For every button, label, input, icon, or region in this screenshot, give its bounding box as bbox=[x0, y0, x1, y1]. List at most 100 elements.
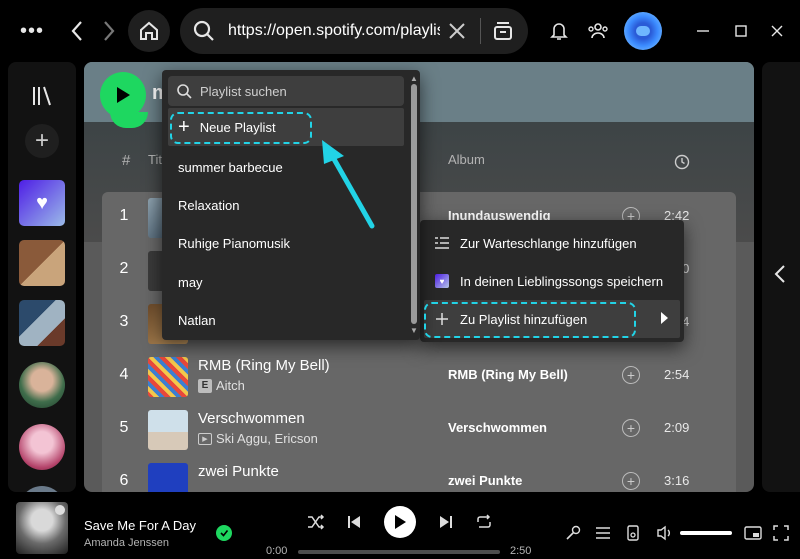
track-artist-line: E Aitch bbox=[198, 378, 245, 393]
chevron-left-icon[interactable] bbox=[772, 262, 788, 286]
save-to-liked-label: In deinen Lieblingssongs speichern bbox=[460, 273, 664, 289]
search-icon bbox=[193, 20, 214, 41]
table-row[interactable]: 4 RMB (Ring My Bell) E Aitch RMB (Ring My… bbox=[102, 351, 736, 404]
total-time: 2:50 bbox=[510, 545, 532, 557]
create-playlist-button[interactable]: + bbox=[25, 124, 59, 158]
track-album[interactable]: zwei Punkte bbox=[448, 473, 522, 488]
cover-badge bbox=[55, 505, 65, 515]
table-row[interactable]: 5 Verschwommen ▶ Ski Aggu, Ericson Versch… bbox=[102, 404, 736, 457]
volume-icon[interactable] bbox=[656, 524, 674, 542]
next-icon[interactable] bbox=[436, 512, 456, 532]
track-number: 3 bbox=[119, 313, 129, 330]
track-cover bbox=[148, 357, 188, 397]
play-playlist-button[interactable] bbox=[100, 72, 146, 118]
scroll-thumb[interactable] bbox=[411, 84, 417, 324]
track-artist[interactable]: Ski Aggu, Ericson bbox=[216, 431, 318, 446]
back-icon[interactable] bbox=[66, 18, 88, 44]
miniplayer-icon[interactable] bbox=[744, 524, 762, 542]
play-icon bbox=[395, 515, 406, 529]
liked-songs-icon: ♥ bbox=[434, 273, 450, 289]
scroll-up-icon[interactable]: ▲ bbox=[410, 74, 418, 83]
track-title[interactable]: RMB (Ring My Bell) bbox=[198, 357, 330, 374]
add-to-queue-label: Zur Warteschlange hinzufügen bbox=[460, 235, 637, 251]
add-to-playlist-item[interactable]: Zu Playlist hinzufügen bbox=[424, 300, 680, 338]
more-menu-icon[interactable]: ••• bbox=[18, 18, 46, 44]
library-icon[interactable] bbox=[30, 84, 54, 108]
annotation-arrow-icon bbox=[322, 140, 375, 229]
playlist-menu-item[interactable]: Natlan bbox=[168, 301, 404, 339]
scroll-down-icon[interactable]: ▼ bbox=[410, 326, 418, 335]
track-album[interactable]: RMB (Ring My Bell) bbox=[448, 367, 568, 382]
avatar-face bbox=[636, 26, 650, 36]
track-cover bbox=[148, 410, 188, 450]
track-duration: 3:16 bbox=[664, 473, 690, 488]
volume-slider[interactable] bbox=[680, 531, 732, 535]
queue-icon bbox=[434, 235, 450, 251]
shuffle-icon[interactable] bbox=[306, 512, 326, 532]
add-to-library-icon[interactable]: + bbox=[622, 419, 640, 437]
clear-icon[interactable] bbox=[446, 20, 468, 42]
previous-icon[interactable] bbox=[344, 512, 364, 532]
url-input[interactable]: https://open.spotify.com/playlist bbox=[228, 22, 440, 40]
home-button[interactable] bbox=[128, 10, 170, 52]
friend-activity-icon[interactable] bbox=[586, 20, 610, 42]
track-artist[interactable]: Aitch bbox=[216, 378, 245, 393]
now-playing-cover[interactable] bbox=[16, 502, 68, 554]
track-artist-line: ▶ Ski Aggu, Ericson bbox=[198, 431, 318, 446]
track-number: 5 bbox=[119, 419, 129, 436]
track-cover bbox=[148, 463, 188, 492]
search-placeholder: Playlist suchen bbox=[200, 83, 287, 99]
minimize-icon[interactable] bbox=[692, 20, 714, 42]
column-title[interactable]: Tit bbox=[148, 152, 162, 167]
browse-icon[interactable] bbox=[491, 19, 515, 43]
playlist-menu-item[interactable]: may bbox=[168, 263, 404, 301]
url-search-bar[interactable]: https://open.spotify.com/playlist bbox=[180, 8, 528, 54]
play-button[interactable] bbox=[384, 506, 416, 538]
forward-icon[interactable] bbox=[98, 18, 120, 44]
artist-tile[interactable] bbox=[19, 362, 65, 408]
add-to-library-icon[interactable]: + bbox=[622, 366, 640, 384]
track-context-menu: Zur Warteschlange hinzufügen ♥ In deinen… bbox=[420, 220, 684, 342]
save-to-liked-item[interactable]: ♥ In deinen Lieblingssongs speichern bbox=[424, 262, 680, 300]
menu-scrollbar[interactable]: ▲ ▼ bbox=[410, 74, 418, 336]
playlist-tile[interactable] bbox=[19, 240, 65, 286]
queue-icon[interactable] bbox=[594, 524, 612, 542]
add-to-playlist-label: Zu Playlist hinzufügen bbox=[460, 311, 588, 327]
track-number: 4 bbox=[119, 366, 129, 383]
track-number: 1 bbox=[119, 207, 129, 224]
current-time: 0:00 bbox=[266, 545, 288, 557]
track-title[interactable]: Verschwommen bbox=[198, 410, 305, 427]
now-playing-title[interactable]: Save Me For A Day bbox=[84, 518, 196, 533]
column-album[interactable]: Album bbox=[448, 152, 485, 167]
connect-device-icon[interactable] bbox=[624, 524, 642, 542]
progress-bar[interactable] bbox=[298, 550, 500, 554]
playlist-search-input[interactable]: Playlist suchen bbox=[168, 76, 404, 106]
lyrics-mic-icon[interactable] bbox=[564, 524, 582, 542]
plus-icon bbox=[434, 311, 450, 327]
track-duration: 2:54 bbox=[664, 367, 690, 382]
add-to-library-icon[interactable]: + bbox=[622, 472, 640, 490]
submenu-arrow-icon bbox=[661, 312, 668, 324]
close-icon[interactable] bbox=[766, 20, 788, 42]
library-sidebar: + ♥ bbox=[8, 62, 76, 492]
notification-bell-icon[interactable] bbox=[548, 20, 570, 42]
clock-icon bbox=[674, 154, 690, 170]
saved-check-icon[interactable] bbox=[216, 525, 232, 541]
playlist-tile[interactable] bbox=[19, 300, 65, 346]
track-number: 6 bbox=[119, 472, 129, 489]
track-album[interactable]: Verschwommen bbox=[448, 420, 547, 435]
video-badge-icon: ▶ bbox=[198, 432, 212, 445]
now-playing-bar: Save Me For A Day Amanda Jenssen 0:00 2:… bbox=[0, 492, 800, 559]
table-row[interactable]: 6 zwei Punkte zwei Punkte + 3:16 bbox=[102, 457, 736, 492]
liked-songs-tile[interactable]: ♥ bbox=[19, 180, 65, 226]
fullscreen-icon[interactable] bbox=[772, 524, 790, 542]
repeat-icon[interactable] bbox=[474, 512, 494, 532]
maximize-icon[interactable] bbox=[730, 20, 752, 42]
artist-tile[interactable] bbox=[19, 424, 65, 470]
track-number: 2 bbox=[119, 260, 129, 277]
profile-avatar[interactable] bbox=[624, 12, 662, 50]
now-playing-artist[interactable]: Amanda Jenssen bbox=[84, 537, 169, 549]
add-to-queue-item[interactable]: Zur Warteschlange hinzufügen bbox=[424, 224, 680, 262]
search-icon bbox=[177, 84, 192, 99]
track-title[interactable]: zwei Punkte bbox=[198, 463, 279, 480]
